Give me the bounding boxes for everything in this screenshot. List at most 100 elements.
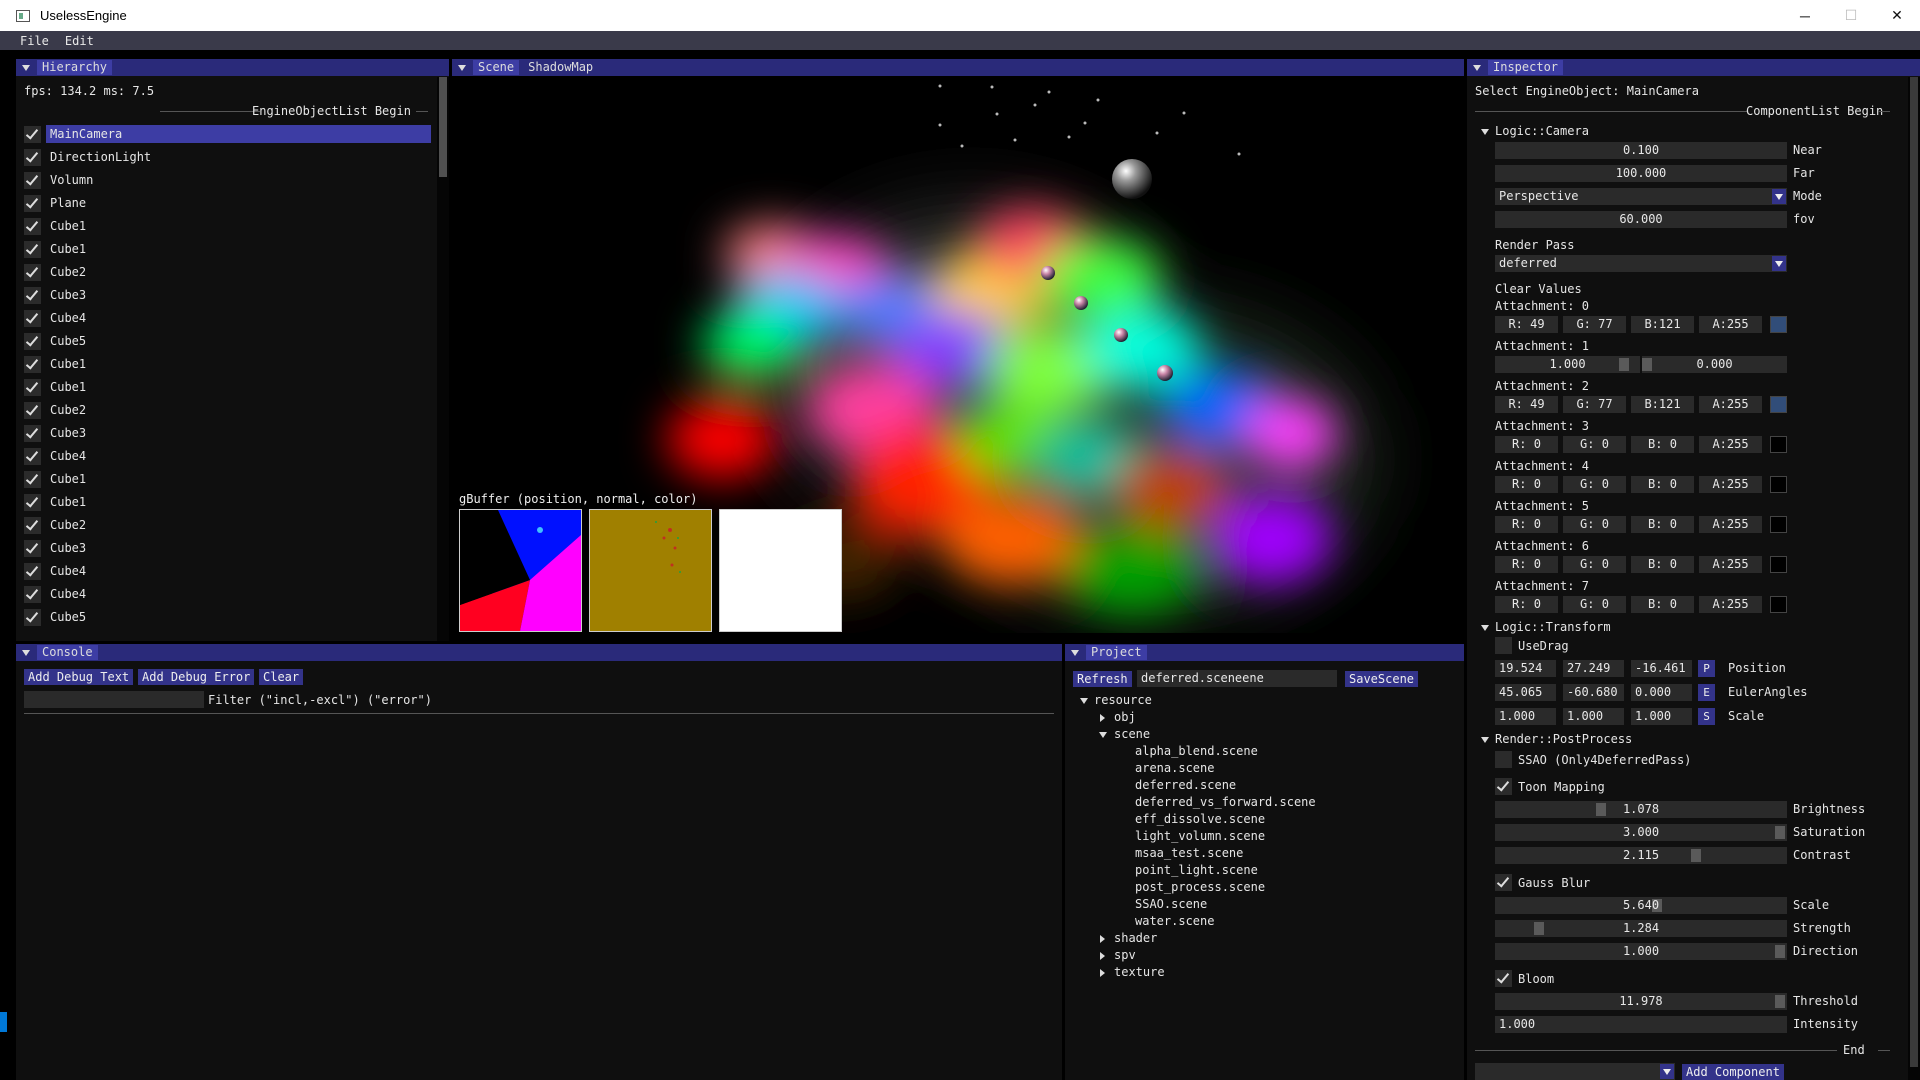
- gauss-blur-checkbox[interactable]: [1495, 874, 1512, 891]
- hierarchy-item[interactable]: MainCamera: [46, 125, 431, 143]
- euler-z[interactable]: 0.000: [1631, 684, 1692, 701]
- object-visible-checkbox[interactable]: [24, 448, 41, 465]
- object-visible-checkbox[interactable]: [24, 149, 41, 166]
- tree-texture[interactable]: texture: [1114, 965, 1165, 979]
- object-visible-checkbox[interactable]: [24, 586, 41, 603]
- hierarchy-item[interactable]: Cube5: [46, 608, 86, 626]
- tree-spv[interactable]: spv: [1114, 948, 1136, 962]
- object-visible-checkbox[interactable]: [24, 402, 41, 419]
- collapse-postprocess-icon[interactable]: [1481, 737, 1489, 743]
- attachment-color-swatch[interactable]: [1770, 436, 1787, 453]
- scale-y[interactable]: 1.000: [1563, 708, 1624, 725]
- camera-header[interactable]: Logic::Camera: [1495, 124, 1589, 138]
- hierarchy-item[interactable]: Cube5: [46, 332, 86, 350]
- slider-grab[interactable]: [1534, 922, 1544, 935]
- attachment-depth-slider[interactable]: 1.000: [1495, 356, 1640, 373]
- menu-edit[interactable]: Edit: [65, 34, 94, 48]
- tree-obj[interactable]: obj: [1114, 710, 1136, 724]
- hierarchy-item[interactable]: Cube3: [46, 424, 86, 442]
- tab-console[interactable]: Console: [37, 645, 98, 660]
- euler-x[interactable]: 45.065: [1495, 684, 1556, 701]
- fov-field[interactable]: 60.000: [1495, 211, 1787, 228]
- tab-hierarchy[interactable]: Hierarchy: [37, 60, 113, 75]
- scene-file-item[interactable]: alpha_blend.scene: [1135, 744, 1258, 758]
- add-debug-error-button[interactable]: Add Debug Error: [138, 669, 255, 685]
- clear-button[interactable]: Clear: [259, 669, 304, 685]
- hierarchy-item[interactable]: Cube3: [46, 286, 86, 304]
- attachment-color-swatch[interactable]: [1770, 316, 1787, 333]
- tab-scene[interactable]: Scene: [473, 60, 520, 75]
- expand-shader-icon[interactable]: [1100, 935, 1105, 943]
- position-x[interactable]: 19.524: [1495, 660, 1556, 677]
- tab-inspector[interactable]: Inspector: [1488, 60, 1564, 75]
- attachment-g-field[interactable]: G: 77: [1563, 396, 1626, 413]
- attachment-a-field[interactable]: A:255: [1699, 596, 1762, 613]
- object-visible-checkbox[interactable]: [24, 471, 41, 488]
- hierarchy-item[interactable]: Cube3: [46, 539, 86, 557]
- object-visible-checkbox[interactable]: [24, 264, 41, 281]
- object-visible-checkbox[interactable]: [24, 356, 41, 373]
- collapse-icon[interactable]: [22, 649, 30, 656]
- attachment-g-field[interactable]: G: 77: [1563, 316, 1626, 333]
- object-visible-checkbox[interactable]: [24, 517, 41, 534]
- object-visible-checkbox[interactable]: [24, 218, 41, 235]
- hierarchy-item[interactable]: Plane: [46, 194, 86, 212]
- transform-header[interactable]: Logic::Transform: [1495, 620, 1611, 634]
- slider-grab[interactable]: [1691, 849, 1701, 862]
- scale-button[interactable]: S: [1698, 708, 1715, 725]
- attachment-b-field[interactable]: B: 0: [1631, 556, 1694, 573]
- scrollbar[interactable]: [1908, 77, 1920, 1080]
- object-visible-checkbox[interactable]: [24, 609, 41, 626]
- tree-scene[interactable]: scene: [1114, 727, 1150, 741]
- hierarchy-item[interactable]: Cube1: [46, 240, 86, 258]
- attachment-r-field[interactable]: R: 0: [1495, 476, 1558, 493]
- ssao-checkbox[interactable]: [1495, 751, 1512, 768]
- minimize-button[interactable]: ─: [1782, 0, 1828, 31]
- collapse-icon[interactable]: [1071, 649, 1079, 656]
- euler-button[interactable]: E: [1698, 684, 1715, 701]
- attachment-g-field[interactable]: G: 0: [1563, 516, 1626, 533]
- position-y[interactable]: 27.249: [1563, 660, 1624, 677]
- scene-file-item[interactable]: SSAO.scene: [1135, 897, 1207, 911]
- attachment-r-field[interactable]: R: 0: [1495, 556, 1558, 573]
- attachment-color-swatch[interactable]: [1770, 476, 1787, 493]
- collapse-camera-icon[interactable]: [1481, 129, 1489, 135]
- bloom-checkbox[interactable]: [1495, 970, 1512, 987]
- threshold-slider[interactable]: 11.978: [1495, 993, 1787, 1010]
- attachment-g-field[interactable]: G: 0: [1563, 556, 1626, 573]
- scale-z[interactable]: 1.000: [1631, 708, 1692, 725]
- scene-file-item[interactable]: post_process.scene: [1135, 880, 1265, 894]
- attachment-a-field[interactable]: A:255: [1699, 516, 1762, 533]
- collapse-icon[interactable]: [22, 64, 30, 71]
- hierarchy-item[interactable]: Cube1: [46, 470, 86, 488]
- object-visible-checkbox[interactable]: [24, 425, 41, 442]
- use-drag-checkbox[interactable]: [1495, 637, 1512, 654]
- expand-spv-icon[interactable]: [1100, 952, 1105, 960]
- scene-file-item[interactable]: deferred_vs_forward.scene: [1135, 795, 1316, 809]
- attachment-b-field[interactable]: B: 0: [1631, 516, 1694, 533]
- scene-file-item[interactable]: water.scene: [1135, 914, 1214, 928]
- attachment-color-swatch[interactable]: [1770, 396, 1787, 413]
- attachment-color-swatch[interactable]: [1770, 596, 1787, 613]
- hierarchy-item[interactable]: Cube1: [46, 355, 86, 373]
- scroll-thumb[interactable]: [1910, 77, 1918, 1067]
- scale-x[interactable]: 1.000: [1495, 708, 1556, 725]
- add-debug-text-button[interactable]: Add Debug Text: [24, 669, 134, 685]
- object-visible-checkbox[interactable]: [24, 172, 41, 189]
- scene-file-item[interactable]: msaa_test.scene: [1135, 846, 1243, 860]
- attachment-a-field[interactable]: A:255: [1699, 396, 1762, 413]
- scrollbar[interactable]: [437, 77, 449, 641]
- refresh-button[interactable]: Refresh: [1073, 671, 1132, 687]
- scroll-thumb[interactable]: [439, 77, 447, 177]
- close-button[interactable]: ✕: [1874, 0, 1920, 31]
- hierarchy-item[interactable]: Cube1: [46, 493, 86, 511]
- slider-grab[interactable]: [1775, 945, 1785, 958]
- strength-slider[interactable]: 1.284: [1495, 920, 1787, 937]
- object-visible-checkbox[interactable]: [24, 494, 41, 511]
- attachment-r-field[interactable]: R: 0: [1495, 516, 1558, 533]
- attachment-b-field[interactable]: B:121: [1631, 396, 1694, 413]
- direction-slider[interactable]: 1.000: [1495, 943, 1787, 960]
- postprocess-header[interactable]: Render::PostProcess: [1495, 732, 1632, 746]
- hierarchy-item[interactable]: DirectionLight: [46, 148, 151, 166]
- collapse-scene-icon[interactable]: [1099, 732, 1107, 738]
